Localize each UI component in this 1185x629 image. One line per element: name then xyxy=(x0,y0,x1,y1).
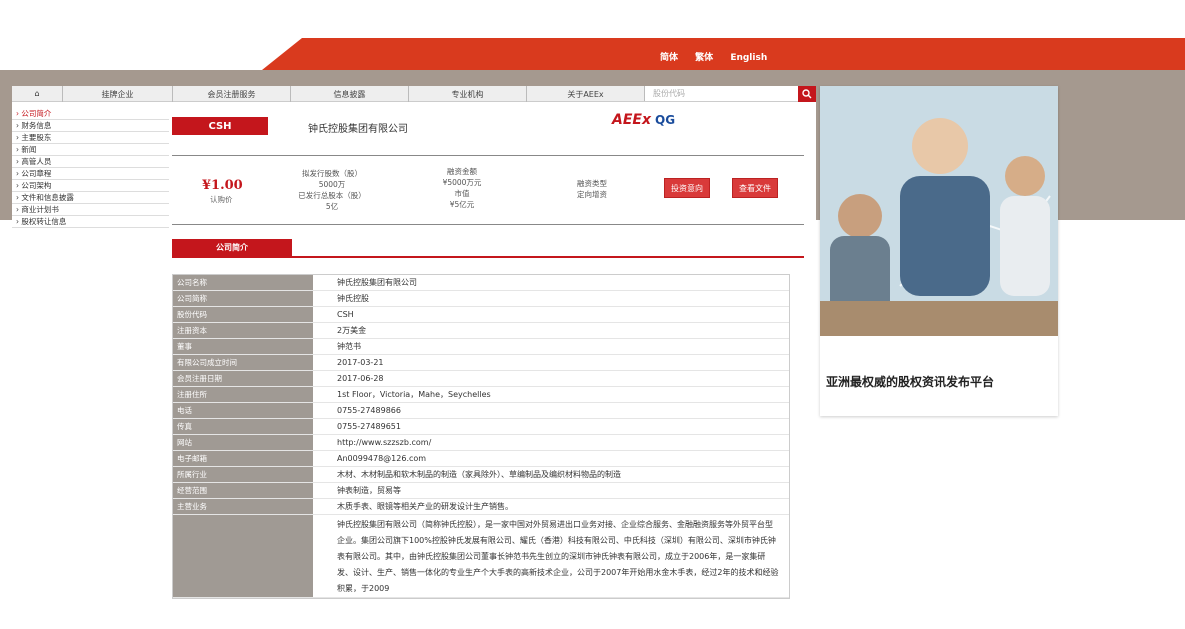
home-button[interactable]: ⌂ xyxy=(12,86,62,101)
nav-disclosure[interactable]: 信息披露 xyxy=(290,86,408,102)
company-info-table: 公司名称 钟氏控股集团有限公司 公司简称 钟氏控股 股份代码 CSH 注册资本 2万美金… xyxy=(172,274,790,599)
financing-type-stat: 融资类型 定向增资 xyxy=(577,179,607,199)
nav-listed-companies[interactable]: 挂牌企业 xyxy=(62,86,172,102)
shares-stat: 拟发行股数（股） 5000万 已发行总股本（股） 5亿 xyxy=(298,169,366,211)
aeex-logo-text: AEEx xyxy=(612,112,651,128)
search-icon xyxy=(802,88,812,98)
lang-english[interactable]: English xyxy=(730,53,767,63)
table-row: 股份代码 CSH xyxy=(173,307,789,323)
search-box: 股份代码 xyxy=(644,85,816,102)
main-panel: › 公司简介 › 财务信息 › 主要股东 › 新闻 › 高管人员 › 公司章程 … xyxy=(12,102,816,629)
table-row-description: 钟氏控股集团有限公司（简称钟氏控股），是一家中国对外贸易进出口业务对接、企业综合… xyxy=(173,515,789,598)
table-row: 传真 0755-27489651 xyxy=(173,419,789,435)
section-underline xyxy=(172,256,804,258)
table-row: 会员注册日期 2017-06-28 xyxy=(173,371,789,387)
divider xyxy=(172,224,804,225)
business-people-illustration xyxy=(820,86,1058,336)
lang-traditional[interactable]: 繁体 xyxy=(695,53,713,63)
subscription-price: ¥1.00 xyxy=(202,178,243,193)
top-banner: 简体 繁体 English xyxy=(0,0,1185,70)
table-row: 电话 0755-27489866 xyxy=(173,403,789,419)
ad-image xyxy=(820,86,1058,336)
qg-logo-text: QG xyxy=(655,113,676,127)
sidebar-item-structure[interactable]: › 公司架构 xyxy=(12,180,169,192)
sidebar-item-articles[interactable]: › 公司章程 xyxy=(12,168,169,180)
sidebar-item-finance[interactable]: › 财务信息 xyxy=(12,120,169,132)
sidebar-item-profile[interactable]: › 公司简介 xyxy=(12,108,169,120)
sidebar-item-executives[interactable]: › 高管人员 xyxy=(12,156,169,168)
ad-caption: 亚洲最权威的股权资讯发布平台 xyxy=(826,375,995,389)
table-row: 所属行业 木材、木材制品和软木制品的制造（家具除外）、草编制品及编织材料物品的制造 xyxy=(173,467,789,483)
table-row: 网站 http://www.szzszb.com/ xyxy=(173,435,789,451)
sidebar-item-equity-transfer[interactable]: › 股权转让信息 xyxy=(12,216,169,228)
sidebar-item-business-plan[interactable]: › 商业计划书 xyxy=(12,204,169,216)
sidebar-item-news[interactable]: › 新闻 xyxy=(12,144,169,156)
table-row: 公司名称 钟氏控股集团有限公司 xyxy=(173,275,789,291)
table-row: 主营业务 木质手表、眼镜等相关产业的研发设计生产销售。 xyxy=(173,499,789,515)
table-row: 注册住所 1st Floor，Victoria，Mahe，Seychelles xyxy=(173,387,789,403)
table-row: 公司简称 钟氏控股 xyxy=(173,291,789,307)
lang-simplified[interactable]: 简体 xyxy=(660,53,678,63)
sidebar-item-documents[interactable]: › 文件和信息披露 xyxy=(12,192,169,204)
section-tab-profile[interactable]: 公司简介 xyxy=(172,239,292,256)
view-documents-button[interactable]: 查看文件 xyxy=(732,178,778,198)
search-button[interactable] xyxy=(798,85,816,102)
company-name: 钟氏控股集团有限公司 xyxy=(308,124,408,135)
language-switcher: 简体 繁体 English xyxy=(660,50,781,63)
aeex-logo: AEEx QG xyxy=(612,112,675,128)
divider xyxy=(172,155,804,156)
table-row: 董事 钟范书 xyxy=(173,339,789,355)
financing-stat: 融资金额 ¥5000万元 市值 ¥5亿元 xyxy=(442,167,482,209)
stats-bar: ¥1.00 认购价 拟发行股数（股） 5000万 已发行总股本（股） 5亿 融资… xyxy=(172,164,804,224)
table-row: 经营范围 钟表制造，贸易等 xyxy=(173,483,789,499)
invest-intent-button[interactable]: 投资意向 xyxy=(664,178,710,198)
home-icon: ⌂ xyxy=(34,89,40,98)
sidebar: › 公司简介 › 财务信息 › 主要股东 › 新闻 › 高管人员 › 公司章程 … xyxy=(12,108,169,228)
main-nav: ⌂ 挂牌企业 会员注册服务 信息披露 专业机构 关于AEEx 股份代码 xyxy=(12,85,816,102)
subscription-price-label: 认购价 xyxy=(210,195,233,204)
nav-professional-institutions[interactable]: 专业机构 xyxy=(408,86,526,102)
advertisement-panel[interactable]: 亚洲最权威的股权资讯发布平台 xyxy=(820,86,1058,416)
nav-member-registration[interactable]: 会员注册服务 xyxy=(172,86,290,102)
website-link[interactable]: http://www.szzszb.com/ xyxy=(313,435,789,450)
stock-code-badge: CSH xyxy=(172,117,268,135)
search-input[interactable]: 股份代码 xyxy=(645,88,798,99)
table-row: 电子邮箱 An0099478@126.com xyxy=(173,451,789,467)
table-row: 有限公司成立时间 2017-03-21 xyxy=(173,355,789,371)
company-description: 钟氏控股集团有限公司（简称钟氏控股），是一家中国对外贸易进出口业务对接、企业综合… xyxy=(337,520,779,593)
table-row: 注册资本 2万美金 xyxy=(173,323,789,339)
sidebar-item-shareholders[interactable]: › 主要股东 xyxy=(12,132,169,144)
nav-about[interactable]: 关于AEEx xyxy=(526,86,644,102)
